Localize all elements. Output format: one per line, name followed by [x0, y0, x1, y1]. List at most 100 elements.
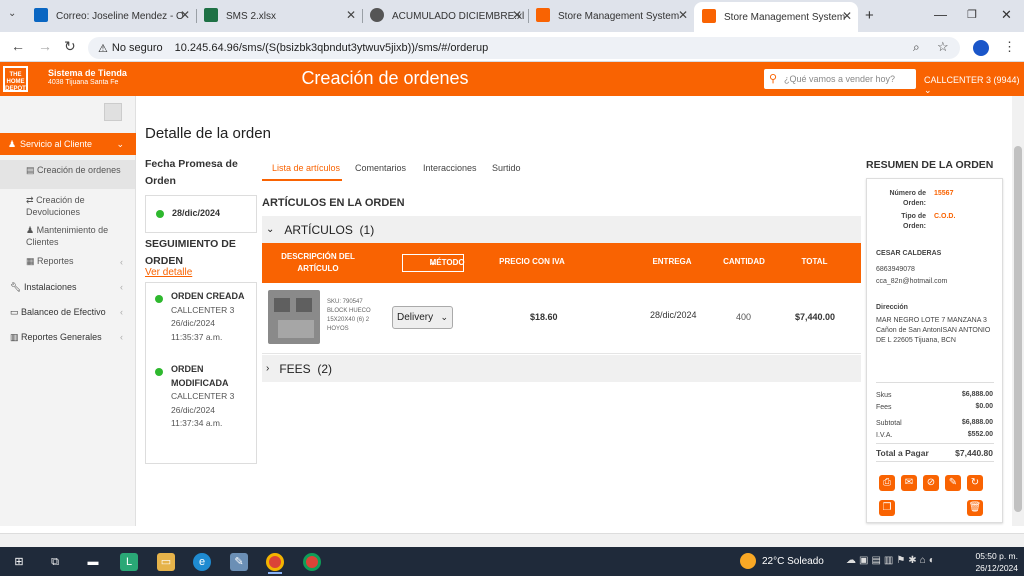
sidebar-sub-devoluciones[interactable]: ⇄ Creación de Devoluciones [26, 194, 121, 218]
bookmark-star-icon[interactable]: ☆ [937, 39, 949, 55]
url-text: 10.245.64.96/sms/(S(bsizbk3qbndut3ytwuv5… [174, 42, 489, 54]
edge-icon[interactable]: e [193, 553, 211, 571]
sidebar-sub-creacion-ordenes[interactable]: ▤ Creación de ordenes [26, 164, 121, 176]
method-select[interactable]: Delivery ⌄ [392, 306, 453, 329]
horizontal-scrollbar[interactable] [0, 533, 1024, 547]
list-icon: ▤ [26, 165, 35, 175]
profile-avatar[interactable] [973, 40, 989, 56]
windows-start-icon[interactable]: ⊞ [10, 553, 28, 571]
user-menu[interactable]: CALLCENTER 3 (9944) ⌄ [924, 75, 1024, 96]
browser-tab-sms-1[interactable]: Store Management System ✕ [528, 4, 694, 28]
close-icon[interactable]: ✕ [678, 8, 688, 22]
chevron-right-icon: › [266, 363, 270, 374]
tab-comentarios[interactable]: Comentarios [355, 163, 406, 173]
divider [876, 461, 994, 462]
tab-interacciones[interactable]: Interacciones [423, 163, 477, 173]
delete-icon[interactable]: 🗑︎ [967, 500, 983, 516]
home-depot-icon [702, 9, 716, 23]
tab-lista-articulos[interactable]: Lista de artículos [272, 163, 340, 173]
product-search-input[interactable]: ⚲ ¿Qué vamos a vender hoy? [764, 69, 916, 89]
minimize-icon[interactable]: — [934, 7, 947, 22]
sidebar-item-servicio-cliente[interactable]: ♟ Servicio al Cliente ⌄ [0, 133, 136, 155]
chrome-icon-2[interactable] [303, 553, 321, 571]
promise-date-box: 28/dic/2024 [145, 195, 257, 233]
tab-surtido[interactable]: Surtido [492, 163, 521, 173]
clock[interactable]: 05:50 p. m. 26/12/2024 [972, 550, 1018, 574]
order-detail-title: Detalle de la orden [145, 125, 271, 142]
chevron-left-icon: ‹ [120, 282, 123, 292]
status-dot [155, 295, 163, 304]
close-icon[interactable]: ✕ [346, 8, 356, 22]
chevron-down-icon: ⌄ [266, 224, 275, 235]
items-heading: ARTÍCULOS EN LA ORDEN [262, 197, 405, 209]
new-tab-icon[interactable]: + [865, 7, 874, 24]
sidebar-sub-clientes[interactable]: ♟ Mantenimiento de Clientes [26, 224, 121, 248]
view-detail-link[interactable]: Ver detalle [145, 267, 192, 278]
summary-iva-value: $552.00 [967, 431, 993, 438]
active-tab-indicator [262, 179, 342, 181]
forward-icon[interactable]: → [38, 38, 52, 54]
browser-tab-mail[interactable]: Correo: Joseline Mendez - O ✕ [26, 4, 196, 28]
page-title: Creación de ordenes [301, 68, 469, 88]
close-icon[interactable]: ✕ [512, 8, 522, 22]
summary-subtotal-label: Subtotal [876, 420, 902, 427]
print-icon[interactable]: ⎙ [879, 475, 895, 491]
weather-text[interactable]: 22°C Soleado [762, 556, 824, 567]
person-icon: ♟ [26, 225, 35, 235]
close-icon[interactable]: ✕ [842, 9, 852, 23]
status-dot [156, 209, 164, 218]
system-tray-icons[interactable]: ☁▣▤▥⚑✱⌂◐ [846, 555, 938, 566]
summary-iva-label: I.V.A. [876, 432, 893, 439]
browser-tab-acumulado[interactable]: ACUMULADO DICIEMBRE.xl ✕ [362, 4, 528, 28]
vertical-scroll-thumb[interactable] [1014, 146, 1022, 512]
sidebar-toggle-button[interactable] [104, 103, 122, 121]
file-explorer-icon[interactable]: ▭ [157, 553, 175, 571]
order-type-label: Tipo de Orden: [901, 213, 926, 230]
window-close-icon[interactable]: ✕ [1001, 7, 1012, 23]
email-icon[interactable]: ✉ [901, 475, 917, 491]
col-quantity: CANTIDAD [723, 257, 765, 266]
browser-menu-icon[interactable]: ⋮ [1003, 39, 1016, 55]
sidebar-item-instalaciones[interactable]: 🔧︎ Instalaciones [10, 282, 77, 293]
file-icon[interactable]: ▬ [84, 553, 102, 571]
chrome-icon[interactable] [266, 553, 284, 571]
restore-icon[interactable]: ❐ [967, 8, 977, 21]
articles-section-toggle[interactable]: ⌄ ARTÍCULOS (1) [262, 216, 861, 243]
url-input[interactable]: ⚠ No seguro 10.245.64.96/sms/(S(bsizbk3q… [88, 37, 960, 59]
app-l-icon[interactable]: L [120, 553, 138, 571]
sidebar-item-reportes-generales[interactable]: ▥ Reportes Generales [10, 332, 102, 343]
chart-icon: ▥ [10, 332, 19, 342]
wrench-icon: 🔧︎ [10, 282, 22, 292]
chevron-left-icon: ‹ [120, 332, 123, 342]
globe-icon [370, 8, 384, 22]
tab-search-icon[interactable]: ⌄ [8, 8, 16, 19]
warning-icon: ⚠ [98, 42, 108, 55]
method-dropdown-button[interactable]: MÉTODO ⌄ [402, 254, 465, 272]
fees-section-toggle[interactable]: › FEES (2) [262, 355, 861, 382]
close-icon[interactable]: ✕ [180, 8, 190, 22]
tracking-label: SEGUIMIENTO DE ORDEN [145, 238, 236, 267]
search-icon: ⚲ [769, 73, 778, 85]
zoom-icon[interactable]: ⌕ [913, 40, 920, 55]
sidebar-sub-reportes[interactable]: ▦ Reportes [26, 255, 121, 267]
edit-icon[interactable]: ✎ [945, 475, 961, 491]
back-icon[interactable]: ← [11, 38, 25, 54]
browser-tab-sms-active[interactable]: Store Management System ✕ [694, 2, 858, 32]
total-label: Total a Pagar [876, 448, 929, 458]
task-view-icon[interactable]: ⧉ [46, 553, 64, 571]
promise-date-value: 28/dic/2024 [172, 208, 221, 218]
browser-tab-sms-xlsx[interactable]: SMS 2.xlsx ✕ [196, 4, 362, 28]
copy-icon[interactable]: ❐ [879, 500, 895, 516]
reload-icon[interactable]: ↻ [64, 38, 76, 55]
cash-icon: ▭ [10, 307, 19, 317]
payment-icon[interactable]: ⊘ [923, 475, 939, 491]
not-secure-label: No seguro [111, 42, 163, 54]
report-icon: ▦ [26, 256, 35, 266]
order-number-label: Número de Orden: [889, 190, 926, 207]
sidebar-item-balanceo[interactable]: ▭ Balanceo de Efectivo [10, 307, 106, 318]
product-description: SKU: 790547 BLOCK HUECO 15X20X40 (6) 2 HO… [327, 299, 371, 332]
summary-fees-label: Fees [876, 404, 892, 411]
refresh-icon[interactable]: ↻ [967, 475, 983, 491]
outlook-icon [34, 8, 48, 22]
notepad-icon[interactable]: ✎ [230, 553, 248, 571]
